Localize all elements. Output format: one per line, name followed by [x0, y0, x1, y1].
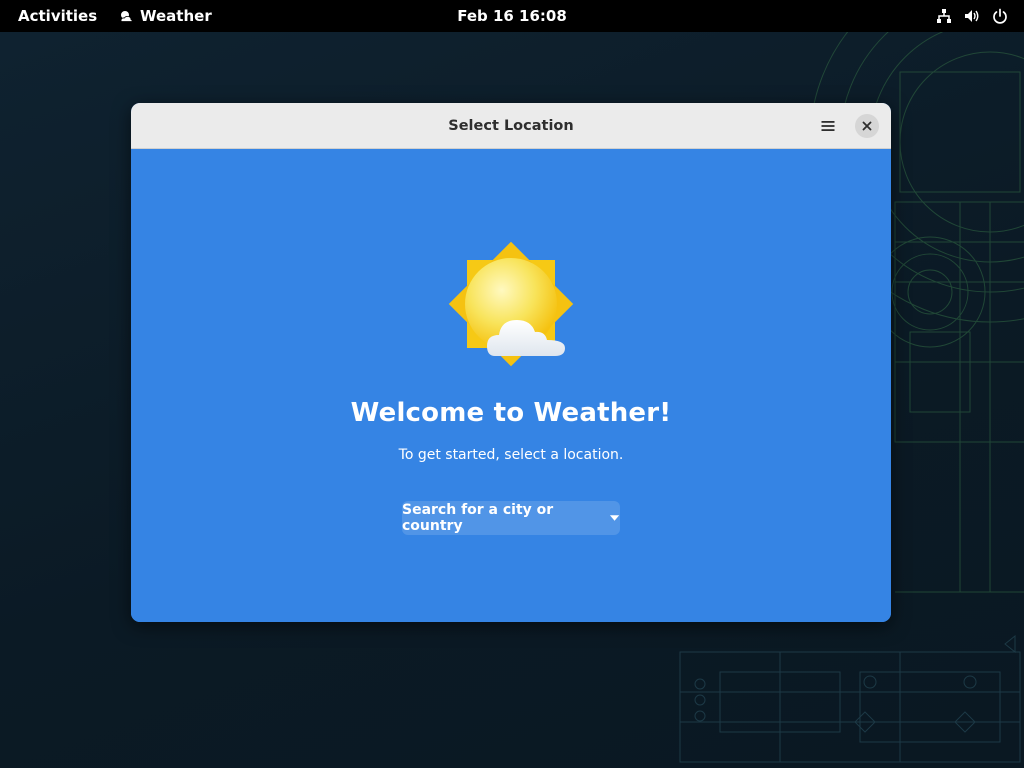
location-search-button[interactable]: Search for a city or country	[402, 501, 620, 535]
welcome-subtitle: To get started, select a location.	[398, 447, 624, 463]
weather-app-icon	[120, 11, 133, 22]
main-menu-button[interactable]	[813, 111, 843, 141]
hamburger-menu-icon	[821, 121, 835, 131]
sun-cloud-icon	[448, 241, 574, 367]
weather-window: Select Location Welcome to Weather! To g…	[131, 103, 891, 622]
power-icon	[993, 8, 1007, 24]
clock[interactable]: Feb 16 16:08	[457, 7, 567, 25]
network-icon	[937, 9, 951, 23]
location-search-label: Search for a city or country	[402, 502, 554, 534]
activities-button[interactable]: Activities	[18, 0, 97, 32]
close-button[interactable]	[855, 114, 879, 138]
top-bar: Activities Weather Feb 16 16:08	[0, 0, 1024, 32]
chevron-down-icon	[609, 515, 620, 521]
volume-icon	[965, 10, 979, 22]
app-menu-button[interactable]: Weather	[118, 0, 212, 32]
header-bar: Select Location	[131, 103, 891, 149]
close-icon	[862, 121, 872, 131]
window-title: Select Location	[448, 118, 574, 134]
welcome-page: Welcome to Weather! To get started, sele…	[131, 149, 891, 622]
app-menu-label: Weather	[140, 7, 212, 25]
system-tray[interactable]	[936, 0, 1008, 32]
welcome-title: Welcome to Weather!	[350, 398, 672, 428]
